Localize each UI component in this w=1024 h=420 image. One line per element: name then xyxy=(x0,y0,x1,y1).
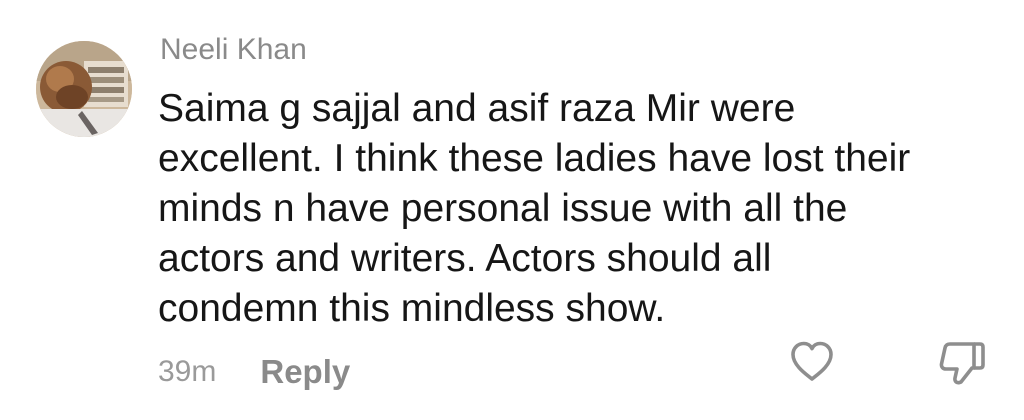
comment-text-line: condemn this mindless show. xyxy=(158,287,666,330)
dislike-button[interactable] xyxy=(936,338,988,388)
comment-text-line: actors and writers. Actors should all xyxy=(158,237,772,280)
comment-text-line: minds n have personal issue with all the xyxy=(158,187,848,230)
avatar[interactable] xyxy=(36,41,132,137)
reply-button[interactable]: Reply xyxy=(260,353,350,391)
username[interactable]: Neeli Khan xyxy=(160,30,307,70)
comment-text-line: Saima g sajjal and asif raza Mir were xyxy=(158,87,796,130)
timestamp: 39m xyxy=(158,355,217,388)
comment-meta: 39m Reply xyxy=(158,350,350,394)
heart-outline-icon xyxy=(791,341,833,381)
like-button[interactable] xyxy=(788,338,836,386)
thumbs-down-outline-icon xyxy=(939,342,985,385)
comment-text-line: excellent. I think these ladies have los… xyxy=(158,137,911,180)
comment-item: Neeli Khan Saima g sajjal and asif raza … xyxy=(0,0,1024,420)
comment-text: Saima g sajjal and asif raza Mir were ex… xyxy=(158,84,988,334)
avatar-image xyxy=(36,41,132,137)
